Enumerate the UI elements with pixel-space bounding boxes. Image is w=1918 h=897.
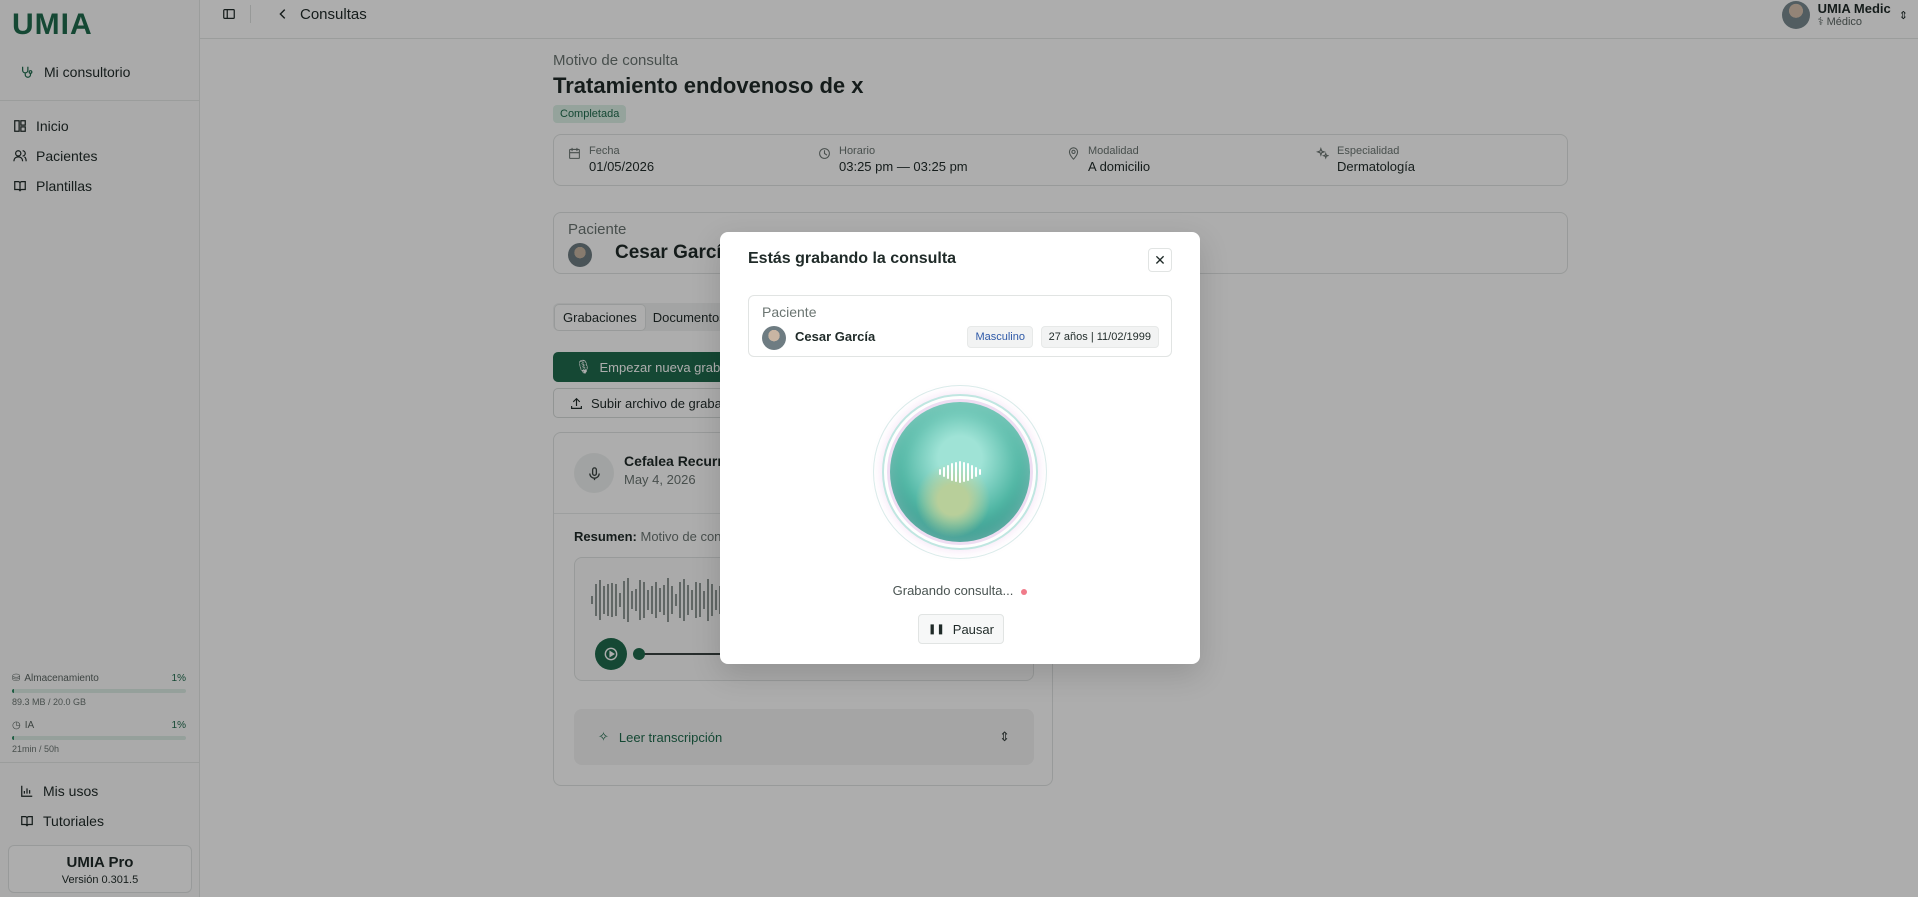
patient-name: Cesar García (795, 329, 876, 344)
recording-status: Grabando consulta... (720, 583, 1200, 598)
recording-dot (1021, 588, 1028, 595)
age-badge: 27 años | 11/02/1999 (1040, 326, 1159, 348)
pause-button[interactable]: ❚❚ Pausar (918, 614, 1004, 644)
soundwave-bar (943, 467, 945, 477)
soundwave-bar (939, 469, 941, 475)
sex-badge: Masculino (967, 326, 1033, 348)
recording-status-text: Grabando consulta... (892, 583, 1014, 598)
recording-modal: Estás grabando la consulta ✕ Paciente Ce… (720, 232, 1200, 664)
soundwave-bar (971, 465, 973, 479)
modal-title: Estás grabando la consulta (748, 250, 957, 267)
soundwave-bar (963, 462, 965, 482)
recording-orb (863, 385, 1057, 559)
soundwave-icon (933, 460, 987, 484)
pause-icon: ❚❚ (928, 623, 945, 635)
soundwave-bar (959, 461, 961, 483)
orb-core (890, 402, 1030, 542)
patient-avatar (762, 326, 786, 350)
soundwave-bar (967, 463, 969, 481)
soundwave-bar (955, 462, 957, 482)
close-icon: ✕ (1154, 251, 1166, 268)
soundwave-bar (951, 463, 953, 481)
soundwave-bar (979, 469, 981, 475)
modal-patient-card: Paciente Cesar García Masculino 27 años … (748, 295, 1172, 357)
pause-label: Pausar (952, 621, 994, 637)
soundwave-bar (975, 467, 977, 477)
close-button[interactable]: ✕ (1148, 248, 1172, 272)
soundwave-bar (947, 465, 949, 479)
patient-label: Paciente (762, 304, 817, 320)
